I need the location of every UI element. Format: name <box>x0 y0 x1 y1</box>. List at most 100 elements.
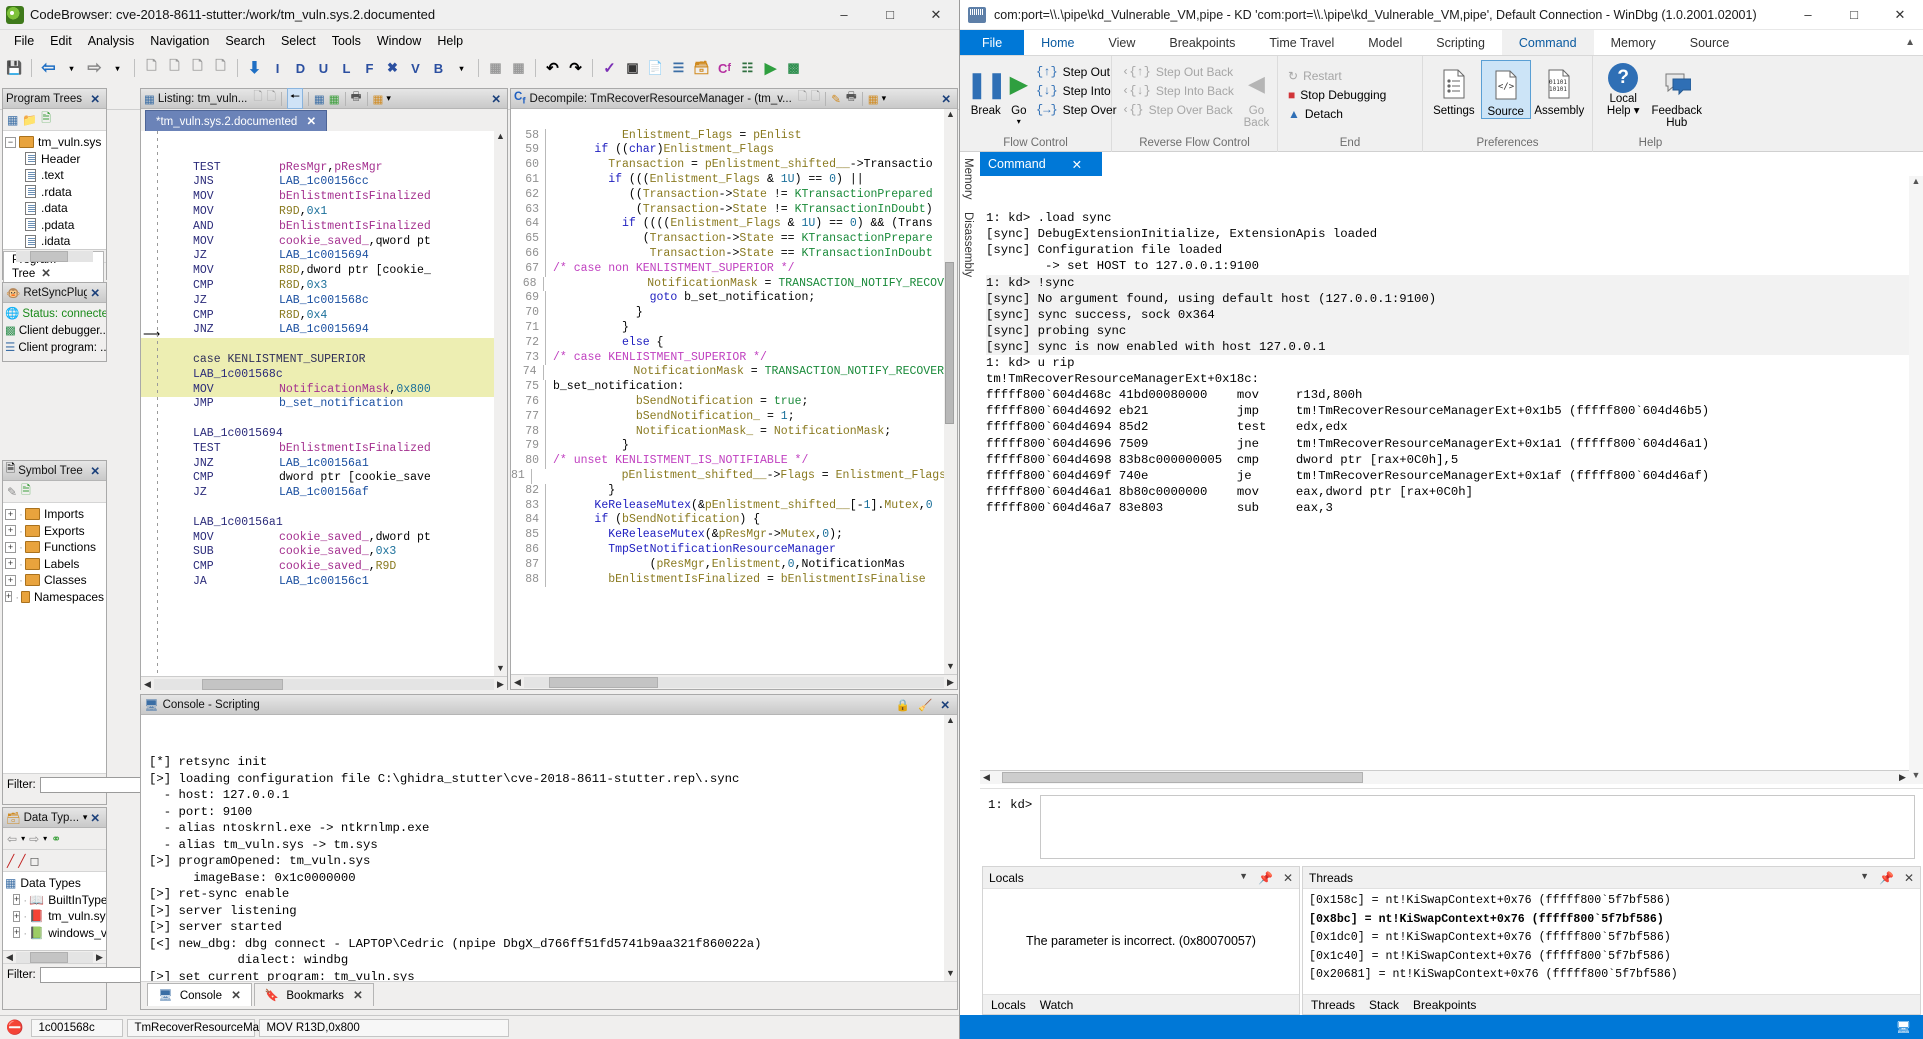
data-types-tree[interactable]: ▦ Data Types +· 📖 BuiltInTypes +· 📕 tm_v… <box>3 872 106 944</box>
flow-control-items[interactable]: ❚❚ Break ▶ Go ▾ {↑} Step Out {↓} <box>966 60 1105 126</box>
ghidra-menubar[interactable]: File Edit Analysis Navigation Search Sel… <box>0 30 959 52</box>
scroll-down-icon[interactable]: ▼ <box>946 968 955 981</box>
data-types-filter[interactable]: Filter: ⚙ <box>3 963 106 985</box>
windbg-command-input[interactable] <box>1040 795 1915 859</box>
tree-item[interactable]: .text <box>5 167 104 184</box>
label-d-icon[interactable]: D <box>290 58 311 79</box>
symbol-tree-item-classes[interactable]: +· Classes <box>5 572 104 589</box>
down-arrow-icon[interactable]: ⬇ <box>244 58 265 79</box>
thread-row[interactable]: [0x1dc0] = nt!KiSwapContext+0x76 (fffff8… <box>1309 929 1914 948</box>
ribbon-collapse-icon[interactable]: ▲ <box>1905 37 1915 48</box>
windbg-prompt-row[interactable]: 1: kd> <box>980 788 1923 866</box>
label-l-icon[interactable]: L <box>336 58 357 79</box>
menu-tools[interactable]: Tools <box>324 32 369 50</box>
decompile-line[interactable]: 76 bSendNotification = true; <box>511 395 944 410</box>
listing-vscrollbar[interactable]: ▲ ▼ <box>494 131 507 676</box>
threads-header-buttons[interactable]: ▼ 📌 ✕ <box>1860 871 1914 885</box>
decompile-line[interactable]: 60 Transaction = pEnlistment_shifted__->… <box>511 158 944 173</box>
listing-line[interactable]: case KENLISTMENT_SUPERIOR <box>141 353 494 368</box>
decompile-line[interactable]: 84 if (bSendNotification) { <box>511 513 944 528</box>
symbol-tree-item-exports[interactable]: +· Exports <box>5 523 104 540</box>
threads-tabs[interactable]: Threads Stack Breakpoints <box>1303 994 1920 1014</box>
tab-stack[interactable]: Stack <box>1369 998 1399 1012</box>
label-u-icon[interactable]: U <box>313 58 334 79</box>
ghidra-window-controls[interactable]: – □ ✕ <box>821 0 959 30</box>
close-icon[interactable]: ✕ <box>87 811 103 825</box>
preferences-items[interactable]: Settings </> Source 0110110101 Assembly <box>1429 60 1586 119</box>
data-types-item[interactable]: +· 📖 BuiltInTypes <box>5 892 104 909</box>
scroll-up-icon[interactable]: ▲ <box>496 131 505 144</box>
expand-icon[interactable]: + <box>5 525 16 536</box>
decompile-line[interactable]: 70 } <box>511 306 944 321</box>
paste-icon[interactable]: 🗋 <box>187 58 208 79</box>
scroll-trough[interactable] <box>16 251 93 262</box>
decompile-line[interactable]: 85 KeReleaseMutex(&pResMgr->Mutex,0); <box>511 528 944 543</box>
copy-icon[interactable]: 🗋 <box>798 89 807 108</box>
ribbon-tab-breakpoints[interactable]: Breakpoints <box>1152 30 1252 55</box>
decompile-line[interactable]: 58 Enlistment_Flags = pEnlist <box>511 129 944 144</box>
ribbon-tab-time-travel[interactable]: Time Travel <box>1252 30 1351 55</box>
decompile-line[interactable]: 65 (Transaction->State == KTransactionPr… <box>511 232 944 247</box>
import-icon[interactable]: 🗎 <box>21 481 31 502</box>
listing-tabstrip[interactable]: *tm_vuln.sys.2.documented ✕ <box>141 109 507 131</box>
listing-line[interactable]: JMPb_set_notification <box>141 397 494 412</box>
table-icon[interactable]: ▦ <box>314 92 325 106</box>
new-tree-icon[interactable]: ▦ <box>7 113 18 127</box>
decompile-line[interactable]: 88 bEnlistmentIsFinalized = bEnlistmentI… <box>511 573 944 588</box>
close-icon[interactable]: ✕ <box>938 92 954 106</box>
chevron-down-icon[interactable]: ▼ <box>1860 871 1869 885</box>
decompile-line[interactable]: 78 NotificationMask_ = NotificationMask; <box>511 425 944 440</box>
forward-arrow-icon[interactable]: ⇨ <box>29 832 39 846</box>
thread-row[interactable]: [0x158c] = nt!KiSwapContext+0x76 (fffff8… <box>1309 892 1914 911</box>
filter-off-icon[interactable]: ╱ <box>7 854 14 868</box>
expand-icon[interactable]: + <box>13 927 20 938</box>
data-types-hscrollbar[interactable]: ◀ ▶ <box>3 950 106 963</box>
listing-line[interactable] <box>141 338 494 353</box>
expand-icon[interactable]: + <box>13 894 20 905</box>
ghidra-close-button[interactable]: ✕ <box>913 0 959 30</box>
scroll-right-icon[interactable]: ▶ <box>1896 772 1909 783</box>
end-items[interactable]: ↻ Restart ■ Stop Debugging ▲ Detach <box>1284 60 1416 122</box>
menu-search[interactable]: Search <box>217 32 273 50</box>
tab-bookmarks[interactable]: 🔖 Bookmarks ✕ <box>254 983 374 1006</box>
side-tab-disassembly[interactable]: Disassembly <box>960 206 976 283</box>
listing-line[interactable]: ANDbEnlistmentIsFinalized <box>141 220 494 235</box>
cf-icon[interactable]: Cf <box>714 58 735 79</box>
menu-analysis[interactable]: Analysis <box>80 32 143 50</box>
scroll-down-icon[interactable]: ▼ <box>946 661 955 674</box>
scroll-right-icon[interactable]: ▶ <box>494 679 507 690</box>
scroll-left-icon[interactable]: ◀ <box>3 952 16 963</box>
symbol-tree-item-labels[interactable]: +· Labels <box>5 556 104 573</box>
listing-line[interactable]: MOVcookie_saved_,qword pt <box>141 235 494 250</box>
listing-line[interactable]: TESTpResMgr,pResMgr <box>141 161 494 176</box>
decompile-line[interactable]: 82 } <box>511 484 944 499</box>
check-icon[interactable]: ✓ <box>599 58 620 79</box>
decompile-line[interactable]: 79 } <box>511 439 944 454</box>
redo-icon[interactable]: ↷ <box>565 58 586 79</box>
tab-console[interactable]: 🖥 Console ✕ <box>147 983 252 1006</box>
decompile-hscrollbar[interactable]: ◀ ▶ <box>511 674 957 689</box>
break-button[interactable]: ❚❚ Break <box>966 60 1006 117</box>
listing-line[interactable]: TESTbEnlistmentIsFinalized <box>141 442 494 457</box>
program-trees-hscrollbar[interactable]: ◀ ▶ <box>3 249 106 262</box>
listing-line[interactable]: CMPcookie_saved_,R9D <box>141 560 494 575</box>
diff-icon[interactable]: 🗋 <box>210 58 231 79</box>
print-icon[interactable]: 🖶 <box>351 89 362 108</box>
tree-root[interactable]: − tm_vuln.sys <box>5 134 104 151</box>
decompile-line[interactable]: 68 NotificationMask = TRANSACTION_NOTIFY… <box>511 277 944 292</box>
scroll-trough[interactable] <box>154 679 494 690</box>
stop-debugging-button[interactable]: ■ Stop Debugging <box>1284 87 1390 103</box>
data-types-item[interactable]: +· 📗 windows_vs1 <box>5 925 104 942</box>
filter-pointers-icon[interactable]: ╱ <box>18 854 25 868</box>
options-icon[interactable]: ▦ <box>868 92 879 106</box>
ribbon-tab-memory[interactable]: Memory <box>1594 30 1673 55</box>
side-tab-memory[interactable]: Memory <box>960 152 976 206</box>
ribbon-tab-command[interactable]: Command <box>1502 30 1594 55</box>
tab-breakpoints[interactable]: Breakpoints <box>1413 998 1476 1012</box>
ribbon-tab-scripting[interactable]: Scripting <box>1419 30 1502 55</box>
ribbon-tab-view[interactable]: View <box>1092 30 1153 55</box>
windbg-window-controls[interactable]: – □ ✕ <box>1785 0 1923 30</box>
ribbon-tab-source[interactable]: Source <box>1673 30 1747 55</box>
data-types-root[interactable]: ▦ Data Types <box>5 875 104 892</box>
tab-listing-document[interactable]: *tm_vuln.sys.2.documented ✕ <box>145 110 327 131</box>
